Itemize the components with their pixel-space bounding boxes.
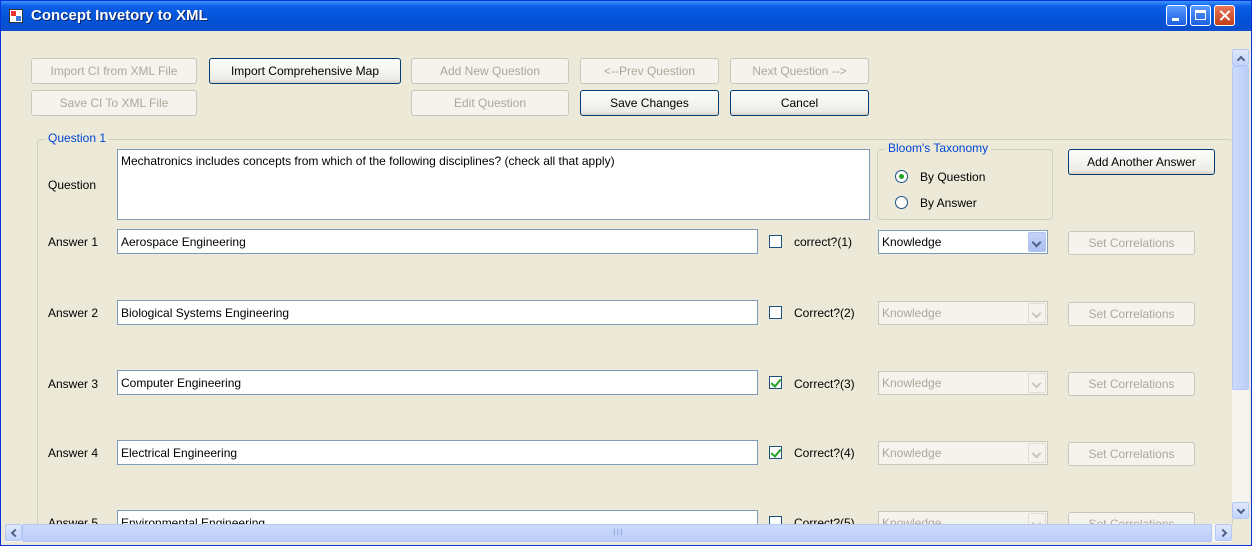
set-correlations-button[interactable]: Set Correlations	[1068, 231, 1195, 255]
by-answer-label[interactable]: By Answer	[920, 196, 977, 210]
correct-checkbox[interactable]	[769, 306, 782, 319]
edit-question-button[interactable]: Edit Question	[411, 90, 569, 116]
horizontal-scroll-thumb[interactable]: III	[22, 524, 1212, 542]
set-correlations-button[interactable]: Set Correlations	[1068, 302, 1195, 326]
app-icon	[9, 9, 23, 23]
maximize-button[interactable]	[1190, 5, 1211, 26]
cancel-button[interactable]: Cancel	[730, 90, 869, 116]
chevron-down-icon[interactable]	[1028, 443, 1046, 463]
set-correlations-button[interactable]: Set Correlations	[1068, 372, 1195, 396]
answer-input[interactable]: Biological Systems Engineering	[117, 300, 758, 325]
by-question-label[interactable]: By Question	[920, 170, 985, 184]
taxonomy-value: Knowledge	[882, 376, 942, 390]
save-changes-button[interactable]: Save Changes	[580, 90, 719, 116]
prev-question-button[interactable]: <--Prev Question	[580, 58, 719, 84]
taxonomy-select[interactable]: Knowledge	[878, 301, 1048, 325]
correct-label[interactable]: correct?(1)	[794, 235, 852, 249]
taxonomy-value: Knowledge	[882, 235, 942, 249]
taxonomy-select[interactable]: Knowledge	[878, 371, 1048, 395]
chevron-down-icon[interactable]	[1028, 373, 1046, 393]
by-question-radio[interactable]	[895, 170, 908, 183]
answer-label: Answer 4	[48, 446, 99, 460]
answer-input[interactable]: Electrical Engineering	[117, 440, 758, 465]
answer-input[interactable]: Computer Engineering	[117, 370, 758, 395]
vertical-scroll-thumb[interactable]	[1232, 66, 1249, 390]
question-group-title: Question 1	[45, 131, 110, 145]
chevron-down-icon[interactable]	[1028, 303, 1046, 323]
add-another-answer-button[interactable]: Add Another Answer	[1068, 149, 1215, 175]
by-answer-radio[interactable]	[895, 196, 908, 209]
question-label: Question	[48, 178, 97, 192]
answer-label: Answer 2	[48, 306, 99, 320]
add-question-button[interactable]: Add New Question	[411, 58, 569, 84]
scroll-down-icon[interactable]	[1232, 502, 1249, 519]
correct-label[interactable]: Correct?(4)	[794, 446, 855, 460]
taxonomy-select[interactable]: Knowledge	[878, 441, 1048, 465]
vertical-scrollbar[interactable]	[1232, 49, 1249, 519]
window-title: Concept Invetory to XML	[31, 7, 208, 24]
horizontal-scrollbar[interactable]: III	[5, 524, 1232, 542]
taxonomy-select[interactable]: Knowledge	[878, 230, 1048, 254]
answer-label: Answer 1	[48, 235, 99, 249]
size-grip-icon[interactable]	[1232, 524, 1249, 542]
correct-checkbox[interactable]	[769, 376, 782, 389]
chevron-down-icon[interactable]	[1028, 232, 1046, 252]
answer-label: Answer 3	[48, 377, 99, 391]
bloom-taxonomy-title: Bloom's Taxonomy	[885, 141, 992, 155]
taxonomy-value: Knowledge	[882, 446, 942, 460]
scroll-up-icon[interactable]	[1232, 49, 1249, 66]
minimize-button[interactable]	[1166, 5, 1187, 26]
save-ci-button[interactable]: Save CI To XML File	[31, 90, 197, 116]
answer-input[interactable]: Aerospace Engineering	[117, 229, 758, 254]
taxonomy-value: Knowledge	[882, 306, 942, 320]
title-bar[interactable]: Concept Invetory to XML	[1, 1, 1251, 31]
import-map-button[interactable]: Import Comprehensive Map	[209, 58, 401, 84]
next-question-button[interactable]: Next Question -->	[730, 58, 869, 84]
scroll-right-icon[interactable]	[1215, 524, 1232, 541]
import-ci-button[interactable]: Import CI from XML File	[31, 58, 197, 84]
main-window: Concept Invetory to XML Import CI from X…	[0, 0, 1252, 546]
question-textarea[interactable]: Mechatronics includes concepts from whic…	[117, 149, 870, 220]
close-button[interactable]	[1214, 5, 1235, 26]
correct-label[interactable]: Correct?(3)	[794, 377, 855, 391]
scroll-grip-icon: III	[613, 527, 624, 537]
set-correlations-button[interactable]: Set Correlations	[1068, 442, 1195, 466]
correct-checkbox[interactable]	[769, 446, 782, 459]
correct-checkbox[interactable]	[769, 235, 782, 248]
scroll-left-icon[interactable]	[5, 524, 22, 541]
correct-label[interactable]: Correct?(2)	[794, 306, 855, 320]
